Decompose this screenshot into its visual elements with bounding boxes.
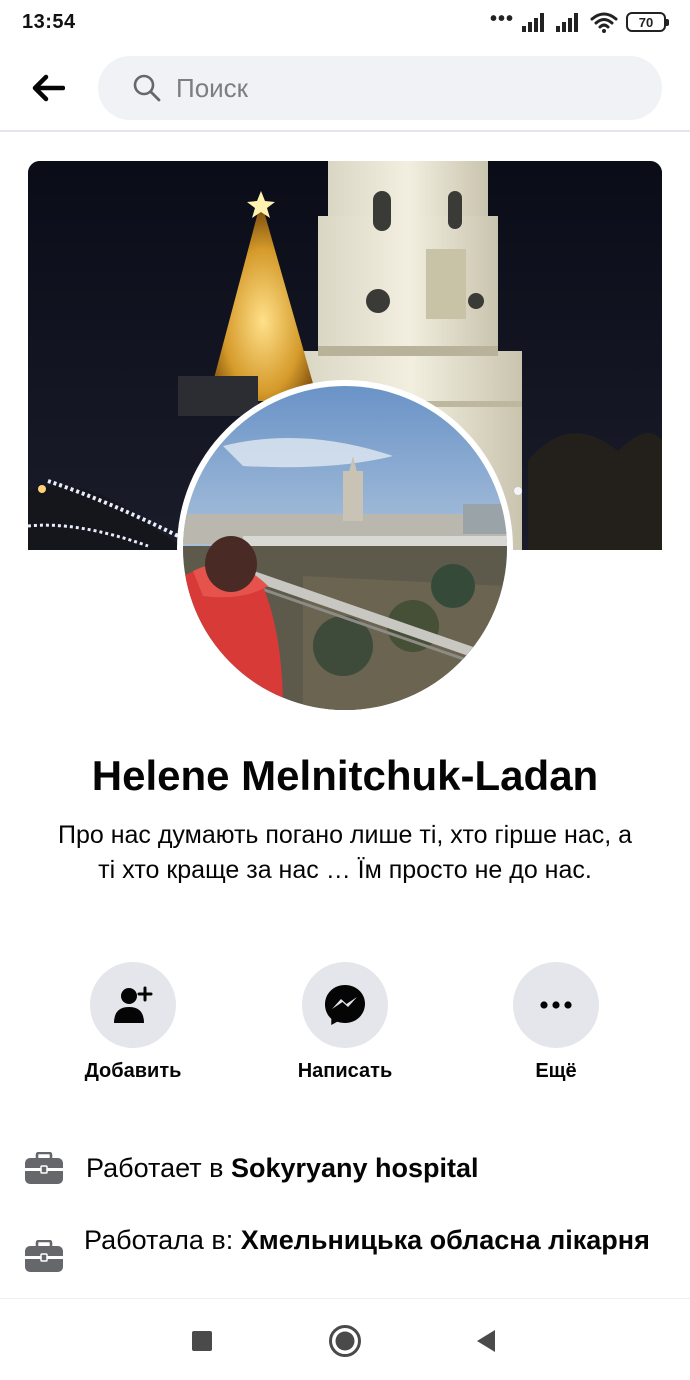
back-button[interactable] — [24, 68, 72, 108]
system-navigation-bar — [0, 1298, 690, 1380]
wifi-icon — [590, 12, 618, 33]
arrow-left-icon — [32, 74, 65, 102]
status-time: 13:54 — [22, 10, 76, 33]
work-info-prefix: Работает в — [86, 1153, 231, 1183]
more-button-circle[interactable] — [513, 962, 599, 1048]
home-circle-icon — [329, 1325, 361, 1357]
status-icons: ••• 70 — [489, 8, 669, 33]
previous-work-prefix: Работала в: — [84, 1225, 241, 1255]
work-info-text: Работает в Sokyryany hospital — [86, 1150, 479, 1186]
battery-icon: 70 — [626, 12, 669, 32]
previous-work-workplace[interactable]: Хмельницька обласна лікарня — [241, 1225, 650, 1255]
previous-work-text: Работала в: Хмельницька обласна лікарня — [84, 1222, 650, 1258]
recents-square-icon — [192, 1331, 212, 1351]
back-nav-button[interactable] — [464, 1319, 508, 1363]
work-info-previous[interactable]: Работала в: Хмельницька обласна лікарня — [24, 1222, 664, 1274]
recents-button[interactable] — [180, 1319, 224, 1363]
more-label: Ещё — [535, 1060, 577, 1082]
search-bar[interactable] — [98, 56, 662, 120]
add-friend-button[interactable]: Добавить — [43, 962, 223, 1083]
message-button-circle[interactable] — [302, 962, 388, 1048]
profile-avatar[interactable] — [177, 380, 513, 716]
work-info-current[interactable]: Работает в Sokyryany hospital — [24, 1150, 664, 1186]
profile-name: Helene Melnitchuk-Ladan — [91, 752, 599, 799]
more-button[interactable]: Ещё — [466, 962, 646, 1083]
briefcase-icon — [25, 1240, 63, 1272]
profile-actions: Добавить Написать Ещё — [0, 962, 690, 1092]
messenger-icon — [325, 985, 365, 1025]
signal-icon — [522, 13, 544, 32]
search-header — [0, 50, 690, 132]
add-friend-icon — [114, 986, 153, 1023]
work-info-workplace[interactable]: Sokyryany hospital — [231, 1153, 479, 1183]
search-icon — [133, 74, 161, 102]
message-button[interactable]: Написать — [255, 962, 435, 1083]
message-label: Написать — [297, 1060, 393, 1082]
battery-level: 70 — [638, 14, 654, 30]
signal-icon — [556, 13, 578, 32]
search-input[interactable] — [176, 72, 596, 104]
home-button[interactable] — [323, 1319, 367, 1363]
profile-bio: Про нас думають погано лише ті, хто гірш… — [57, 821, 633, 884]
more-indicator: ••• — [489, 8, 514, 30]
status-bar: 13:54 ••• 70 — [0, 0, 690, 44]
back-triangle-icon — [477, 1330, 495, 1352]
add-friend-label: Добавить — [84, 1060, 182, 1082]
add-friend-button-circle[interactable] — [90, 962, 176, 1048]
briefcase-icon — [25, 1152, 63, 1184]
avatar-image — [183, 386, 507, 710]
more-icon — [540, 1001, 572, 1009]
